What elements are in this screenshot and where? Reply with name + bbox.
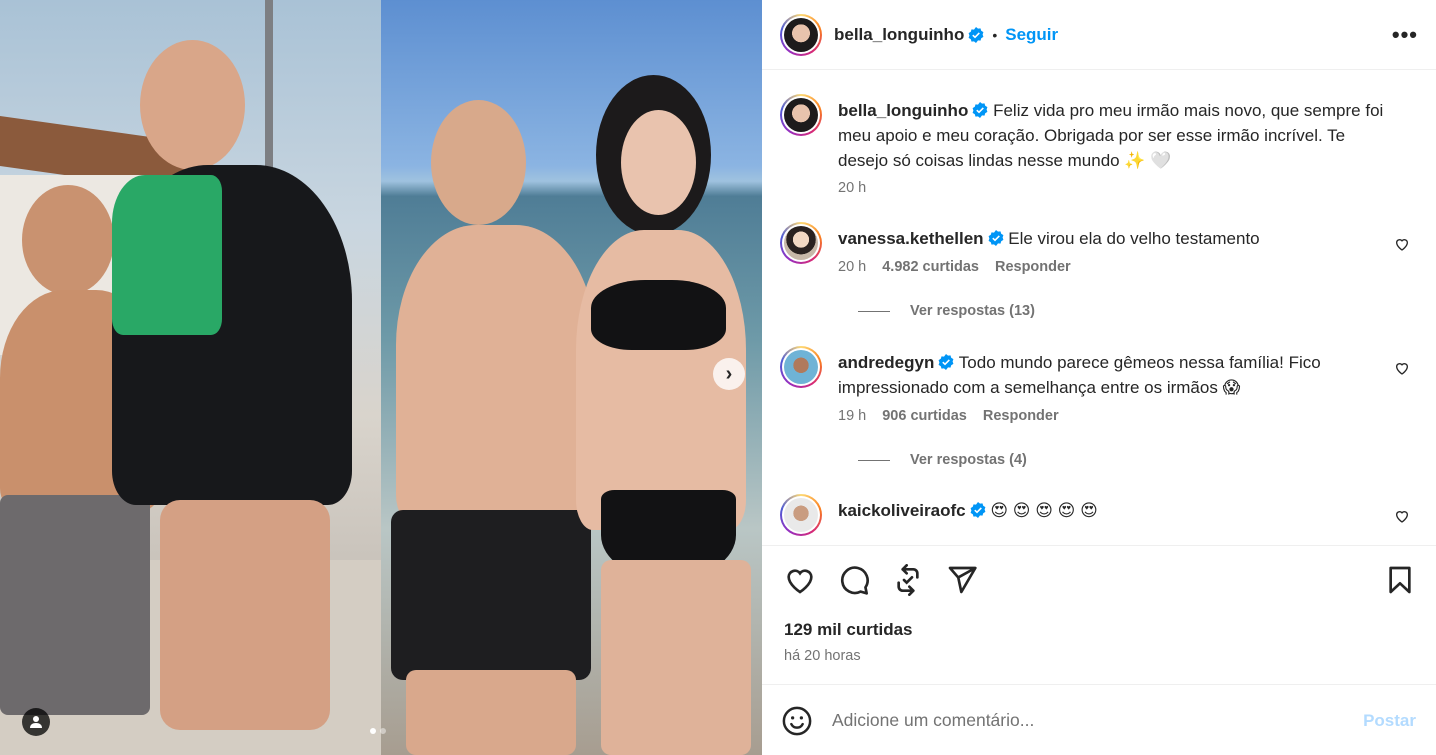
verified-icon <box>972 102 988 118</box>
user-tag-icon[interactable] <box>22 708 50 736</box>
view-replies-button[interactable]: Ver respostas (13) <box>858 303 1418 319</box>
post-comment-button[interactable]: Postar <box>1363 711 1416 731</box>
carousel-dot-2 <box>380 728 386 734</box>
post-time: há 20 horas <box>784 648 861 664</box>
caption-username[interactable]: bella_longuinho <box>838 101 968 120</box>
comment-likes[interactable]: 4.982 curtidas <box>882 259 979 275</box>
carousel-next-button[interactable]: › <box>713 358 745 390</box>
more-icon[interactable]: ••• <box>1392 22 1418 48</box>
view-replies-label: Ver respostas (4) <box>910 452 1027 468</box>
post-sidebar: bella_longuinho • Seguir ••• bella_longu… <box>762 0 1436 755</box>
verified-icon <box>968 26 984 43</box>
carousel-indicator <box>370 728 386 734</box>
comment-text: Ele virou ela do velho testamento <box>1008 229 1260 248</box>
photo-beach <box>381 0 762 755</box>
heart-icon[interactable] <box>784 564 816 596</box>
comments-list[interactable]: bella_longuinho Feliz vida pro meu irmão… <box>762 71 1436 545</box>
post-media[interactable]: › <box>0 0 762 755</box>
add-comment-bar: Postar <box>762 686 1436 755</box>
bookmark-icon[interactable] <box>1384 564 1416 596</box>
comment-item: andredegyn Todo mundo parece gêmeos ness… <box>780 346 1418 424</box>
reply-button[interactable]: Responder <box>983 408 1059 424</box>
chevron-right-icon: › <box>725 362 733 385</box>
comment-time: 19 h <box>838 408 867 424</box>
share-icon[interactable] <box>946 564 978 596</box>
reply-button[interactable]: Responder <box>995 259 1071 275</box>
avatar[interactable] <box>780 222 822 264</box>
emoji-icon[interactable] <box>782 706 812 736</box>
avatar[interactable] <box>780 494 822 536</box>
comment-likes[interactable]: 906 curtidas <box>882 408 967 424</box>
verified-icon <box>938 354 954 370</box>
post-actions: 129 mil curtidas há 20 horas <box>762 545 1436 685</box>
comment-icon[interactable] <box>838 564 870 596</box>
caption-time: 20 h <box>838 180 867 196</box>
follow-button[interactable]: Seguir <box>1005 25 1058 45</box>
avatar[interactable] <box>780 94 822 136</box>
heart-icon[interactable] <box>1394 236 1410 252</box>
comment-username[interactable]: kaickoliveiraofc <box>838 501 966 520</box>
heart-icon[interactable] <box>1394 360 1410 376</box>
separator-dot: • <box>992 26 998 43</box>
post-likes[interactable]: 129 mil curtidas <box>762 596 1436 640</box>
verified-icon <box>970 502 985 518</box>
comment-input[interactable] <box>832 710 1364 731</box>
comment-item: kaickoliveiraofc 😍 😍 😍 😍 😍 <box>780 494 1418 536</box>
comment-username[interactable]: vanessa.kethellen <box>838 229 984 248</box>
view-replies-button[interactable]: Ver respostas (4) <box>858 452 1418 468</box>
view-replies-label: Ver respostas (13) <box>910 303 1035 319</box>
author-username[interactable]: bella_longuinho <box>834 25 964 45</box>
avatar[interactable] <box>780 346 822 388</box>
heart-icon[interactable] <box>1394 508 1410 524</box>
carousel-dot-1 <box>370 728 376 734</box>
avatar[interactable] <box>780 13 822 56</box>
repost-icon[interactable] <box>892 564 924 596</box>
post-header: bella_longuinho • Seguir ••• <box>762 0 1436 70</box>
verified-icon <box>988 230 1003 246</box>
photo-brothers <box>0 0 381 755</box>
comment-item: vanessa.kethellen Ele virou ela do velho… <box>780 222 1418 275</box>
comment-time: 20 h <box>838 259 867 275</box>
comment-username[interactable]: andredegyn <box>838 353 934 372</box>
comment-text: 😍 😍 😍 😍 😍 <box>990 501 1098 520</box>
caption: bella_longuinho Feliz vida pro meu irmão… <box>780 94 1418 196</box>
